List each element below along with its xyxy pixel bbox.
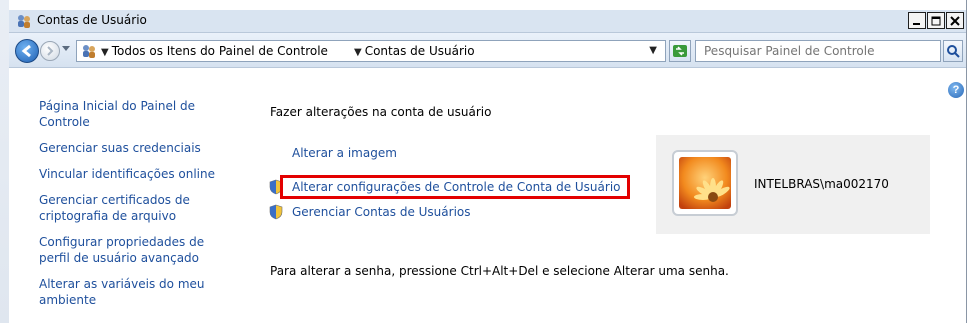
section-heading: Fazer alterações na conta de usuário — [270, 105, 492, 119]
recent-pages-dropdown[interactable] — [62, 46, 70, 51]
sidebar-item-link-online-ids[interactable]: Vincular identificações online — [39, 166, 239, 182]
user-account-name: INTELBRAS\ma002170 — [754, 177, 889, 191]
minimize-icon — [913, 22, 920, 25]
sidebar-item-manage-credentials[interactable]: Gerenciar suas credenciais — [39, 140, 239, 156]
back-button[interactable] — [15, 39, 39, 63]
avatar-image — [679, 157, 731, 209]
breadcrumb-all-items[interactable]: ▼ Todos os Itens do Painel de Controle — [101, 44, 328, 58]
breadcrumb-label: Todos os Itens do Painel de Controle — [111, 44, 328, 58]
manage-accounts-link[interactable]: Gerenciar Contas de Usuários — [292, 205, 471, 219]
breadcrumb-arrow-icon: ▼ — [354, 47, 362, 58]
sidebar-item-environment-variables[interactable]: Alterar as variáveis do meu ambiente — [39, 276, 209, 308]
sidebar-item-manage-certificates[interactable]: Gerenciar certificados de criptografia d… — [39, 192, 209, 224]
maximize-button[interactable] — [927, 12, 945, 29]
search-button[interactable] — [943, 40, 963, 62]
breadcrumb-label: Contas de Usuário — [364, 44, 475, 58]
forward-button[interactable] — [40, 41, 60, 61]
refresh-icon — [673, 45, 687, 57]
sidebar-item-control-panel-home[interactable]: Página Inicial do Painel de Controle — [39, 98, 209, 130]
close-button[interactable] — [946, 12, 964, 29]
change-picture-link[interactable]: Alterar a imagem — [292, 146, 397, 160]
close-icon — [950, 15, 960, 26]
screenshot-frame: Contas de Usuário ▼ Todos os Itens do Pa… — [0, 0, 968, 323]
breadcrumb-arrow-icon: ▼ — [101, 47, 109, 58]
breadcrumb-user-accounts[interactable]: ▼ Contas de Usuário — [354, 44, 475, 58]
navigation-bar: ▼ Todos os Itens do Painel de Controle ▼ C… — [9, 33, 966, 68]
minimize-button[interactable] — [908, 12, 926, 29]
back-arrow-icon — [21, 44, 31, 58]
highlight-box — [280, 175, 630, 199]
password-instructions: Para alterar a senha, pressione Ctrl+Alt… — [270, 264, 729, 278]
window-controls — [908, 12, 964, 29]
user-accounts-icon — [18, 15, 30, 28]
address-dropdown-icon[interactable]: ▼ — [649, 45, 657, 56]
window-title: Contas de Usuário — [37, 13, 147, 27]
refresh-button[interactable] — [669, 40, 691, 62]
sidebar-item-advanced-profile[interactable]: Configurar propriedades de perfil de usu… — [39, 234, 214, 266]
help-icon[interactable]: ? — [948, 82, 964, 98]
user-account-panel: INTELBRAS\ma002170 — [656, 135, 930, 234]
search-icon — [947, 45, 960, 58]
search-box[interactable] — [695, 40, 941, 62]
maximize-icon — [931, 16, 941, 25]
address-bar[interactable]: ▼ Todos os Itens do Painel de Controle ▼ C… — [76, 40, 666, 62]
user-accounts-icon — [83, 45, 95, 58]
task-sidebar: Página Inicial do Painel de Controle Ger… — [39, 98, 239, 318]
uac-shield-icon — [269, 204, 283, 220]
search-input[interactable] — [704, 42, 919, 60]
title-bar[interactable]: Contas de Usuário — [9, 10, 966, 33]
forward-arrow-icon — [47, 46, 54, 56]
avatar[interactable] — [672, 150, 738, 216]
flower-picture-icon — [679, 157, 731, 209]
